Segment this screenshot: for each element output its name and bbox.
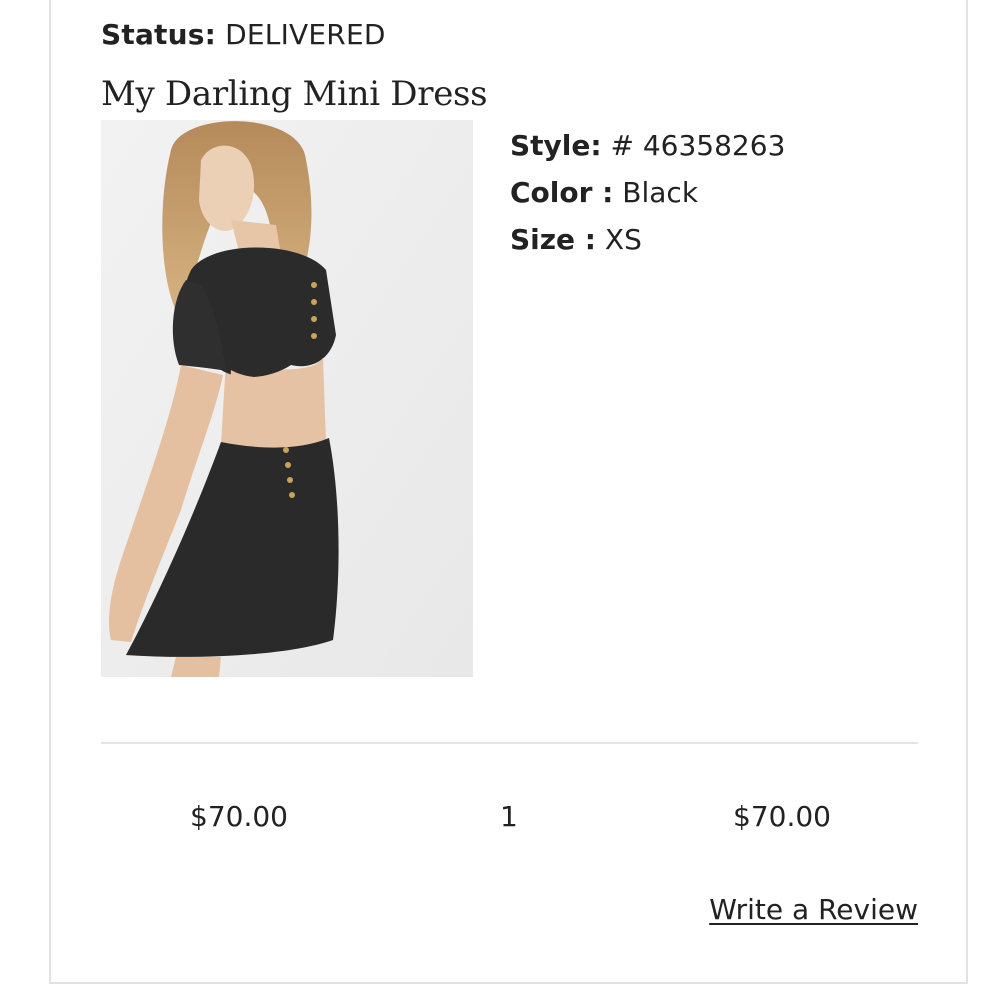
style-value: # 46358263 bbox=[610, 129, 786, 162]
divider bbox=[101, 742, 918, 744]
product-name[interactable]: My Darling Mini Dress bbox=[101, 74, 488, 114]
write-review-link[interactable]: Write a Review bbox=[709, 893, 918, 926]
style-row: Style: # 46358263 bbox=[510, 122, 785, 169]
quantity: 1 bbox=[500, 800, 518, 833]
color-label: Color : bbox=[510, 176, 614, 209]
status-label: Status: bbox=[101, 18, 217, 51]
size-value: XS bbox=[604, 223, 642, 256]
style-label: Style: bbox=[510, 129, 602, 162]
order-status: Status: DELIVERED bbox=[101, 18, 386, 51]
product-details: Style: # 46358263 Color : Black Size : X… bbox=[510, 122, 785, 263]
size-row: Size : XS bbox=[510, 216, 785, 263]
dress-photo bbox=[101, 120, 473, 677]
line-total: $70.00 bbox=[733, 800, 831, 833]
color-row: Color : Black bbox=[510, 169, 785, 216]
product-image[interactable] bbox=[101, 120, 473, 677]
unit-price: $70.00 bbox=[190, 800, 288, 833]
size-label: Size : bbox=[510, 223, 596, 256]
status-value: DELIVERED bbox=[225, 18, 386, 51]
color-value: Black bbox=[622, 176, 699, 209]
